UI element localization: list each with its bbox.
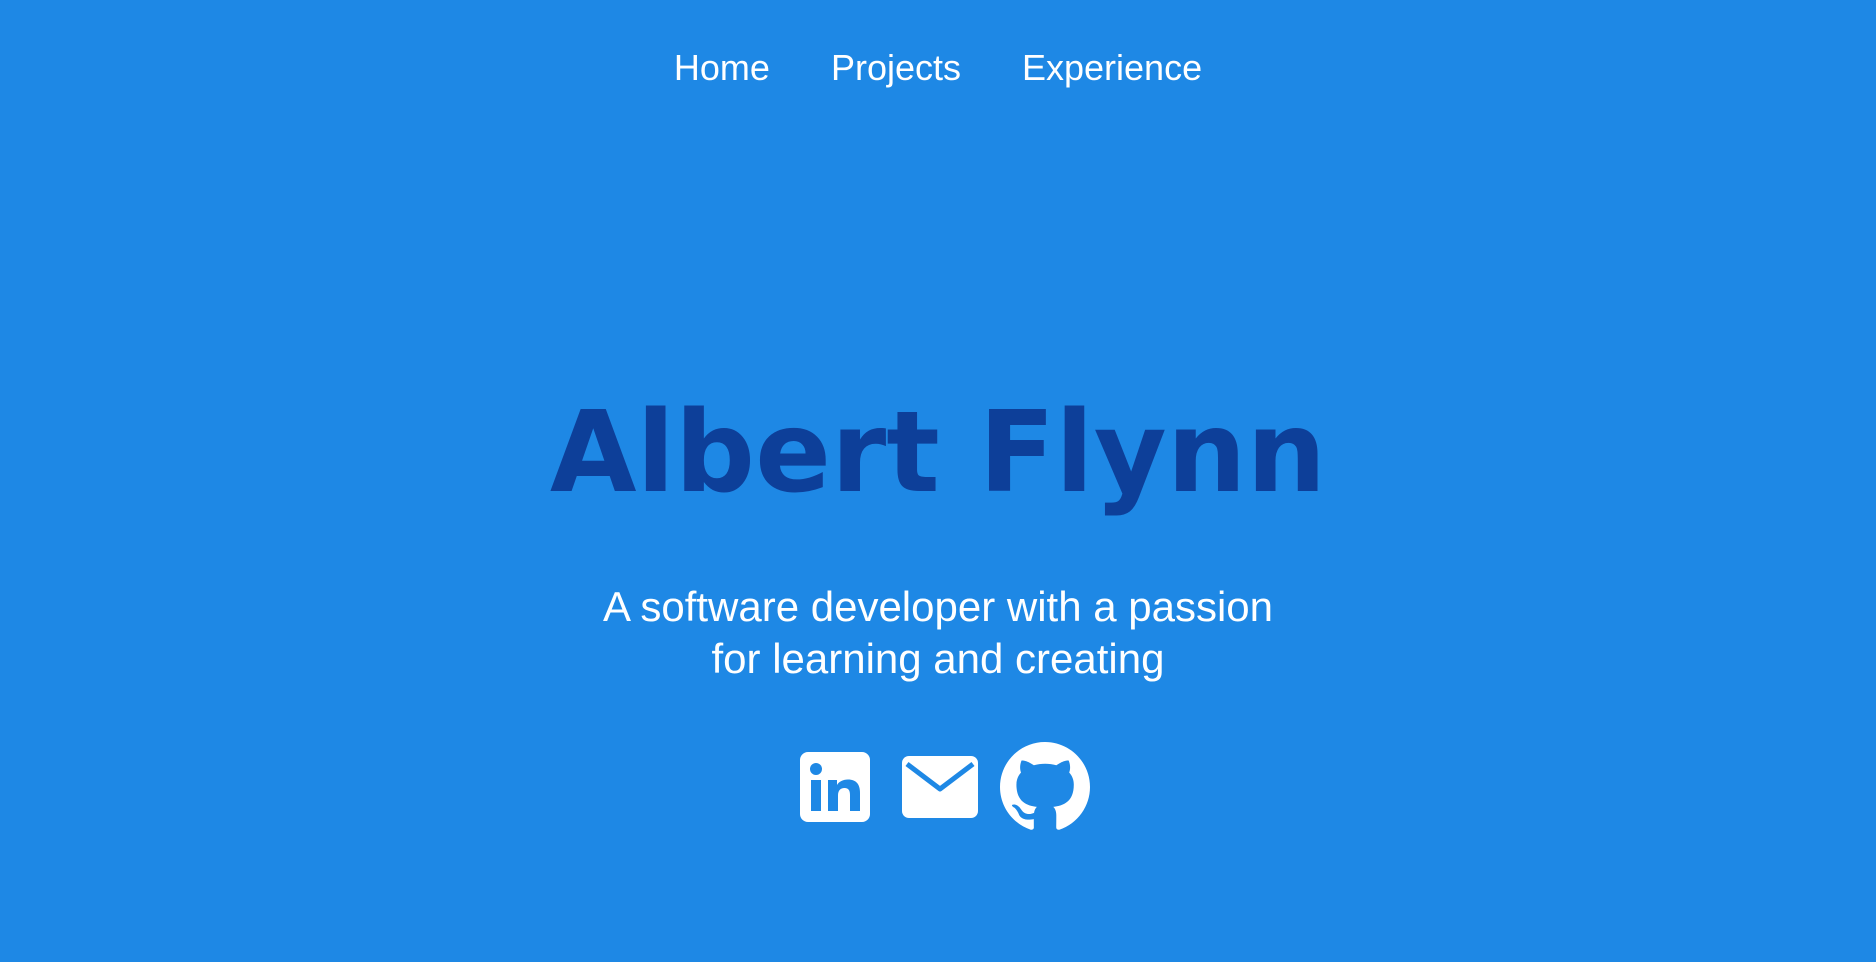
nav-projects-link[interactable]: Projects [831, 46, 961, 90]
github-link[interactable] [1000, 742, 1090, 832]
tagline-line-2: for learning and creating [711, 635, 1165, 682]
nav-home-link[interactable]: Home [674, 46, 770, 90]
email-icon [902, 756, 978, 818]
tagline-line-1: A software developer with a passion [602, 583, 1274, 630]
linkedin-icon [800, 752, 870, 822]
linkedin-link[interactable] [800, 752, 870, 822]
social-links [800, 740, 1092, 832]
github-icon [1000, 742, 1090, 830]
nav-experience-link[interactable]: Experience [1022, 46, 1202, 90]
hero-tagline: A software developer with a passion for … [0, 581, 1876, 685]
main-nav: Home Projects Experience [0, 46, 1876, 90]
hero-name: Albert Flynn [549, 388, 1327, 518]
email-link[interactable] [902, 756, 978, 818]
